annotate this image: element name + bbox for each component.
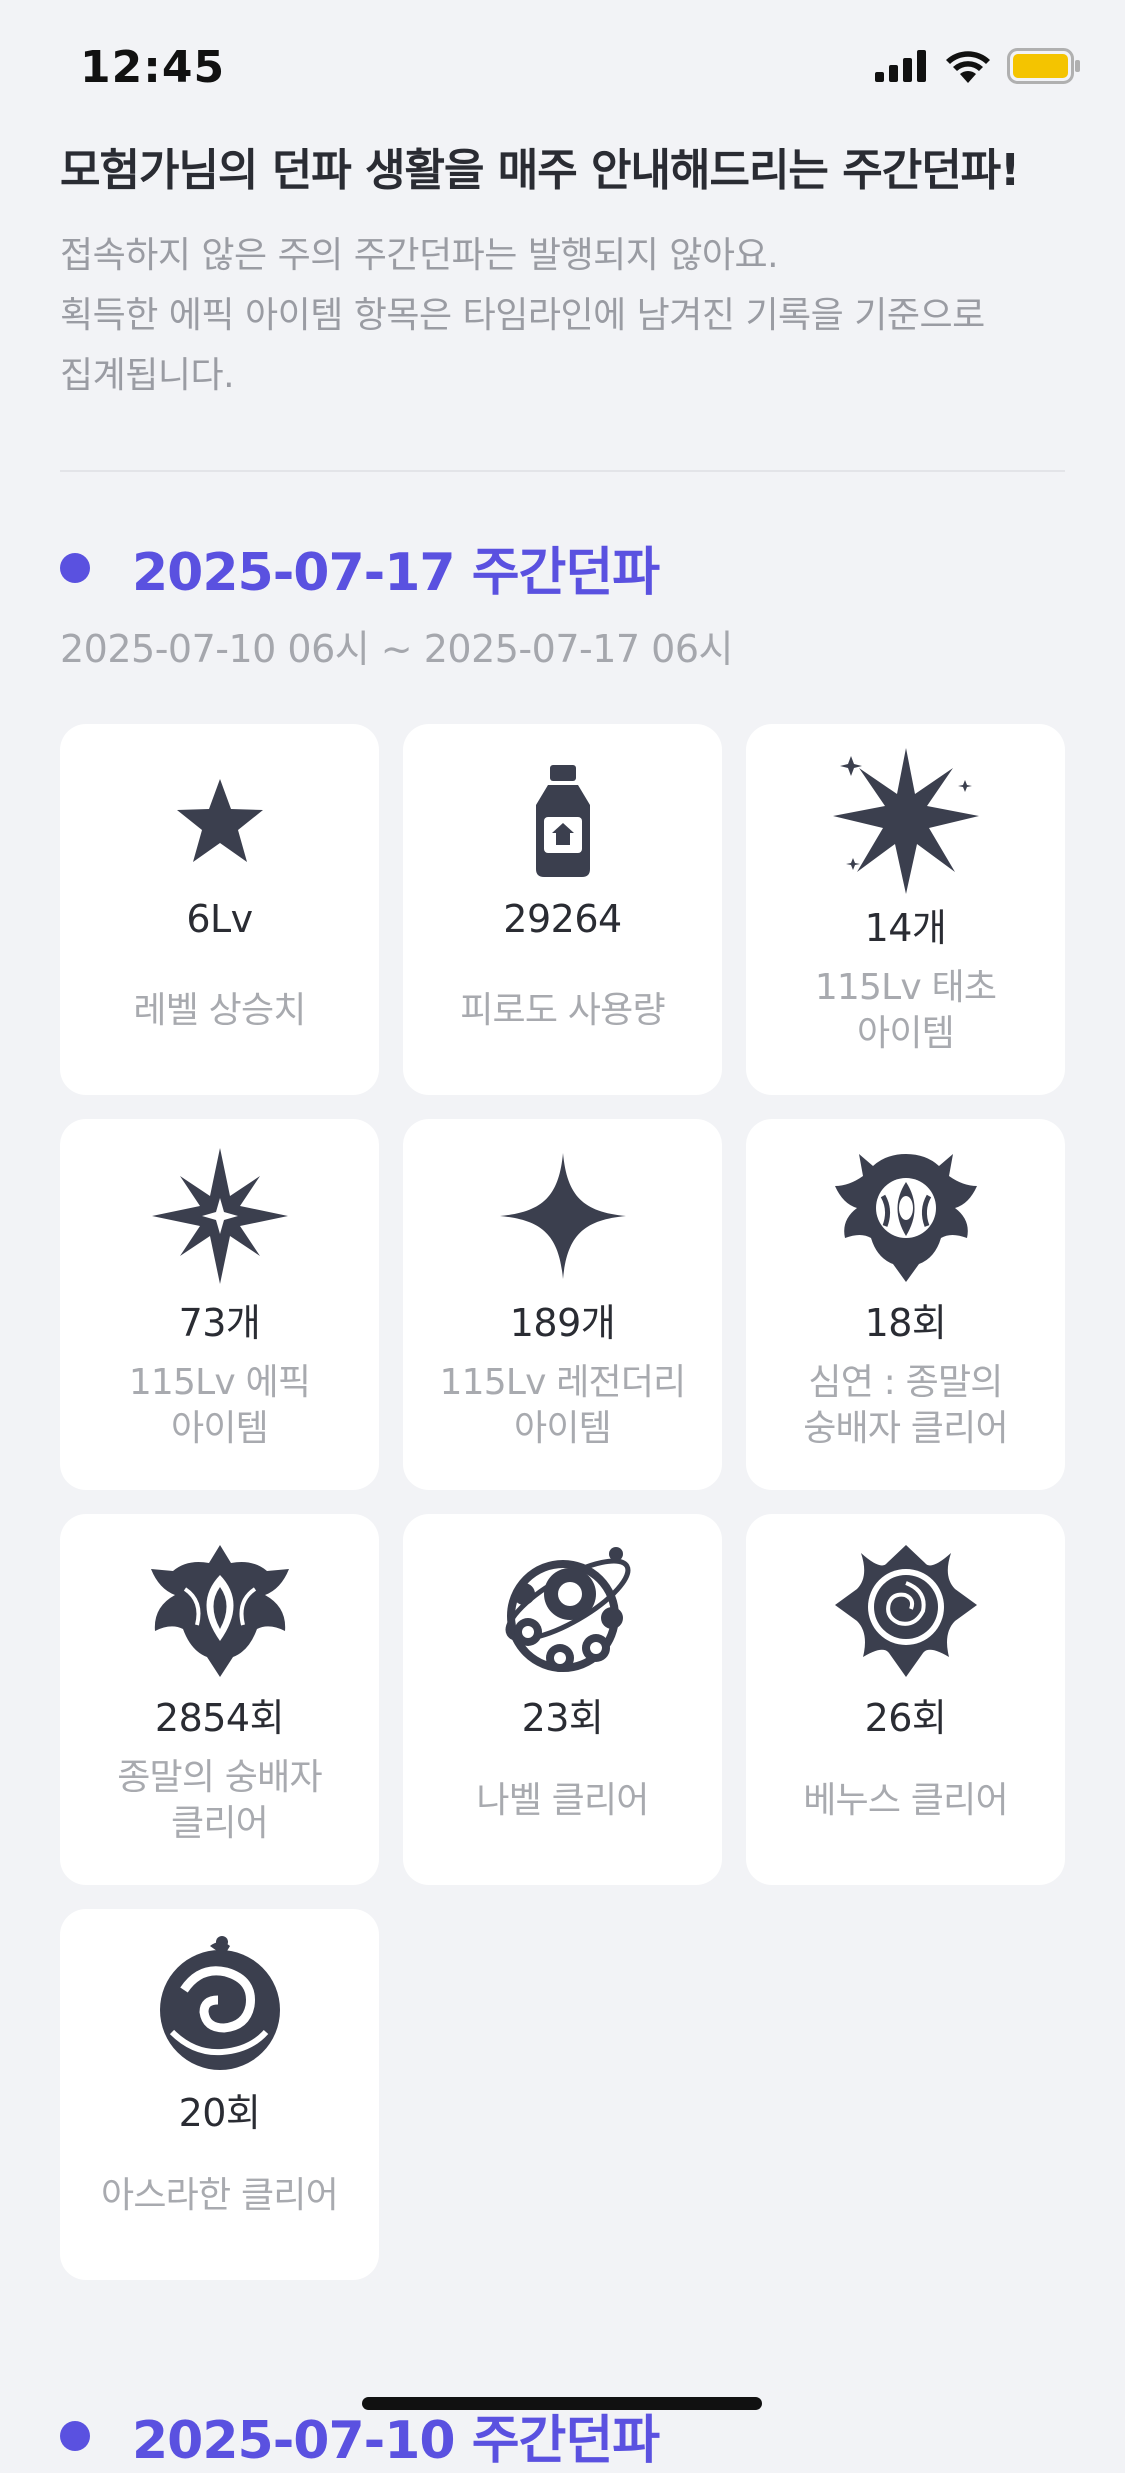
stat-value: 18회	[864, 1301, 947, 1345]
battery-icon	[1007, 48, 1080, 84]
stat-label: 115Lv 레전더리 아이템	[439, 1362, 687, 1449]
abyss-crest-icon	[746, 1141, 1065, 1291]
stat-card-level: 6Lv 레벨 상승치	[60, 724, 379, 1095]
stat-value: 2854회	[154, 1696, 285, 1740]
stat-card-abyss-clear: 18회 심연 : 종말의 숭배자 클리어	[746, 1119, 1065, 1490]
stat-card-nabel-clear: 23회 나벨 클리어	[403, 1514, 722, 1885]
stat-card-fatigue: 29264 피로도 사용량	[403, 724, 722, 1095]
stat-value: 26회	[864, 1696, 947, 1740]
stat-label: 나벨 클리어	[476, 1780, 649, 1821]
status-bar: 12:45	[0, 0, 1125, 140]
home-indicator[interactable]	[362, 2397, 762, 2410]
timeline-dot	[60, 552, 90, 583]
stat-value: 29264	[503, 897, 622, 941]
week-title: 2025-07-17 주간던파	[132, 543, 660, 603]
star-icon	[60, 746, 379, 896]
stat-card-ashraan-clear: 20회 아스라한 클리어	[60, 1909, 379, 2280]
stat-label: 115Lv 태초 아이템	[814, 967, 997, 1054]
stat-value: 14개	[864, 906, 947, 950]
stat-card-epic-items: 73개 115Lv 에픽 아이템	[60, 1119, 379, 1490]
stat-label: 심연 : 종말의 숭배자 클리어	[803, 1362, 1008, 1449]
intro-description-line: 획득한 에픽 아이템 항목은 타임라인에 남겨진 기록을 기준으로	[60, 295, 985, 336]
week-date-range: 2025-07-10 06시 ~ 2025-07-17 06시	[60, 627, 733, 671]
wifi-icon	[946, 51, 990, 83]
intro-title: 모험가님의 던파 생활을 매주 안내해드리는 주간던파!	[60, 145, 1020, 196]
stat-value: 189개	[509, 1301, 616, 1345]
stat-value: 23회	[521, 1696, 604, 1740]
sparkle-icon	[403, 1141, 722, 1291]
stat-card-worshipper-clear: 2854회 종말의 숭배자 클리어	[60, 1514, 379, 1885]
stat-label: 레벨 상승치	[133, 990, 306, 1031]
nabel-orbit-icon	[403, 1536, 722, 1686]
stat-label: 베누스 클리어	[803, 1780, 1008, 1821]
stat-value: 73개	[178, 1301, 261, 1345]
stat-value: 20회	[178, 2091, 261, 2135]
stat-card-legendary-items: 189개 115Lv 레전더리 아이템	[403, 1119, 722, 1490]
intro-description-line: 접속하지 않은 주의 주간던파는 발행되지 않아요.	[60, 235, 779, 276]
divider	[60, 470, 1065, 472]
burst-star-icon	[746, 746, 1065, 896]
stat-value: 6Lv	[186, 897, 253, 941]
potion-bottle-icon	[403, 746, 722, 896]
status-time: 12:45	[80, 42, 226, 93]
venus-rose-icon	[746, 1536, 1065, 1686]
cellular-signal-icon	[875, 50, 926, 82]
week-header[interactable]: 2025-07-17 주간던파	[60, 530, 660, 605]
status-icons	[875, 46, 1081, 86]
epic-star-icon	[60, 1141, 379, 1291]
stat-label: 115Lv 에픽 아이템	[128, 1362, 311, 1449]
stat-label: 종말의 숭배자 클리어	[117, 1757, 322, 1844]
stat-card-venus-clear: 26회 베누스 클리어	[746, 1514, 1065, 1885]
intro-description: 접속하지 않은 주의 주간던파는 발행되지 않아요. 획득한 에픽 아이템 항목…	[60, 226, 1070, 406]
ashraan-dragon-icon	[60, 1931, 379, 2081]
stat-label: 피로도 사용량	[460, 990, 665, 1031]
intro-description-line: 집계됩니다.	[60, 355, 235, 396]
worshipper-crest-icon	[60, 1536, 379, 1686]
stat-label: 아스라한 클리어	[101, 2175, 339, 2216]
stat-card-primeval-items: 14개 115Lv 태초 아이템	[746, 724, 1065, 1095]
intro-section: 모험가님의 던파 생활을 매주 안내해드리는 주간던파! 접속하지 않은 주의 …	[60, 140, 1070, 406]
